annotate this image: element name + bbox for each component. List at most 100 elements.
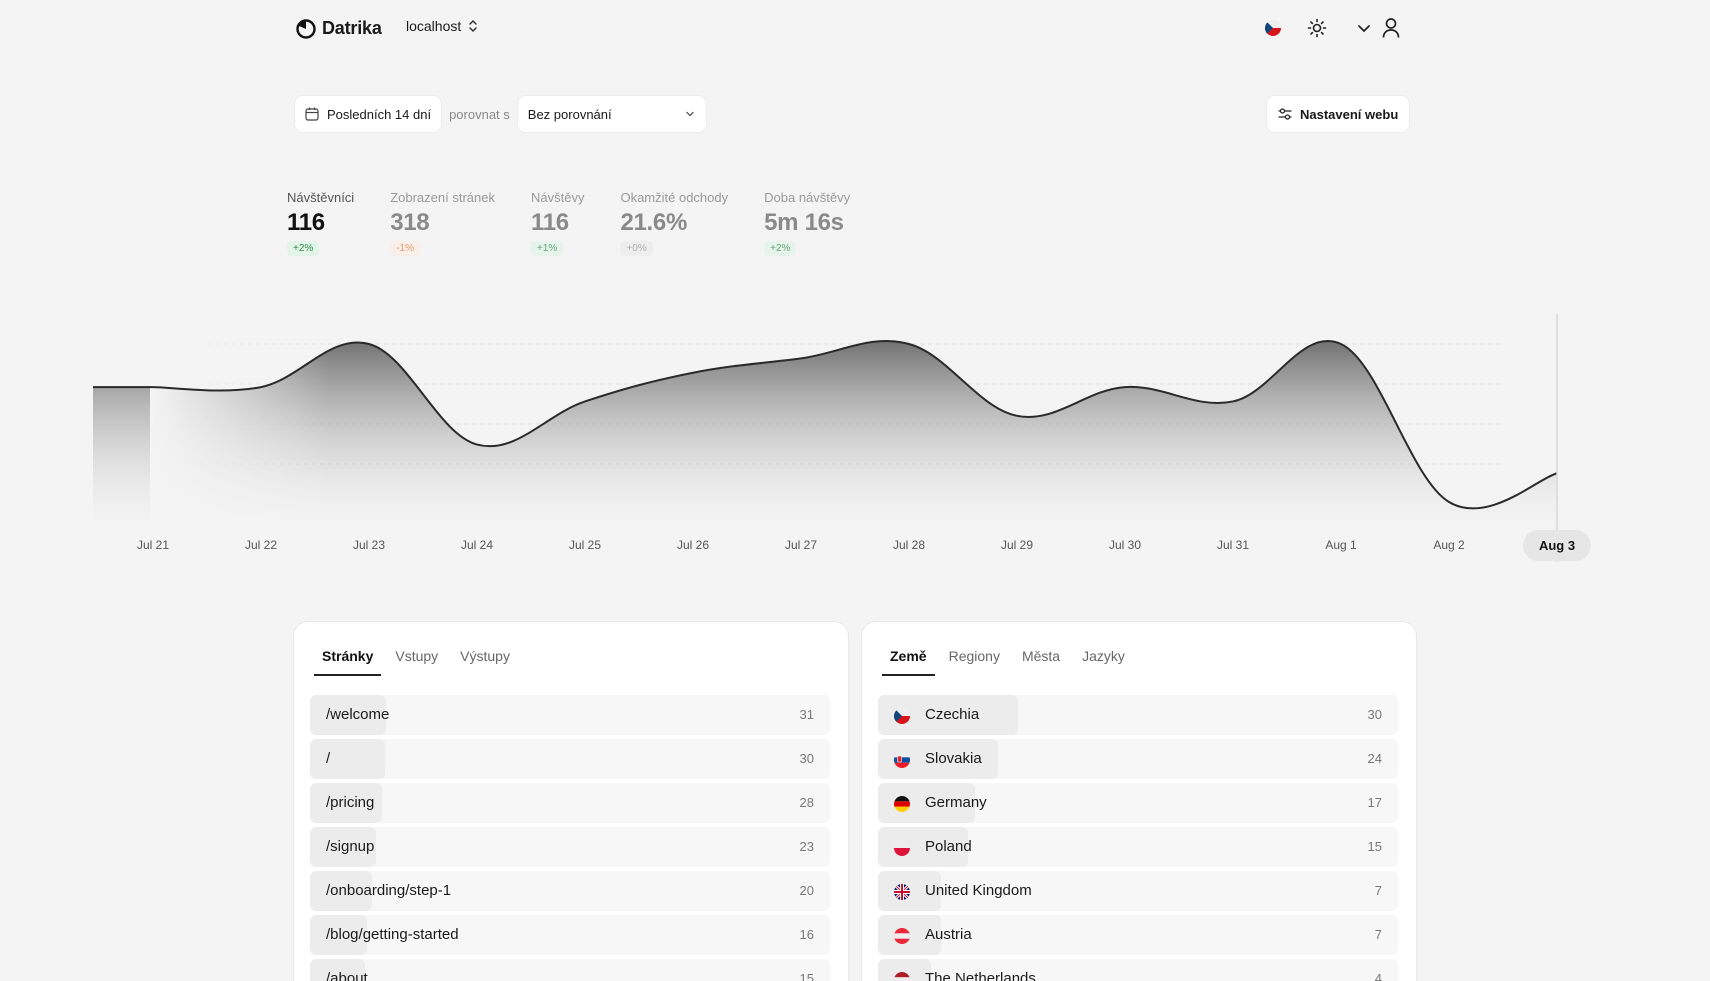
country-row[interactable]: Austria 7 bbox=[878, 915, 1398, 955]
netherlands-flag-icon bbox=[894, 972, 910, 981]
sun-icon bbox=[1307, 18, 1327, 38]
user-menu-button[interactable] bbox=[1349, 14, 1409, 42]
austria-flag-icon bbox=[894, 928, 910, 944]
user-icon bbox=[1382, 18, 1400, 38]
stat-value: 5m 16s bbox=[764, 209, 844, 236]
row-label: /signup bbox=[326, 838, 375, 855]
page-row[interactable]: /blog/getting-started 16 bbox=[310, 915, 830, 955]
stat-change-badge: +1% bbox=[530, 241, 564, 256]
x-tick-label: Aug 2 bbox=[1433, 538, 1465, 552]
row-label: Slovakia bbox=[925, 750, 982, 767]
stat-label: Okamžité odchody bbox=[620, 190, 729, 205]
locations-tabs: Země Regiony Města Jazyky bbox=[882, 648, 1133, 676]
page-row[interactable]: /welcome 31 bbox=[310, 695, 830, 735]
row-count: 4 bbox=[1374, 971, 1382, 981]
stat-value: 318 bbox=[390, 209, 430, 236]
united-kingdom-flag-icon bbox=[894, 884, 910, 900]
date-range-button[interactable]: Posledních 14 dní bbox=[295, 96, 442, 132]
tab-languages[interactable]: Jazyky bbox=[1074, 648, 1133, 676]
tab-countries[interactable]: Země bbox=[882, 648, 935, 676]
app-logo[interactable]: Datrika bbox=[294, 16, 382, 40]
page-row[interactable]: /signup 23 bbox=[310, 827, 830, 867]
chevron-down-icon bbox=[1358, 25, 1370, 33]
stat-label: Návštěvy bbox=[530, 190, 585, 205]
compare-label: porovnat s bbox=[449, 106, 510, 122]
locations-panel: Země Regiony Města Jazyky Czechia 30 Slova… bbox=[862, 622, 1416, 981]
x-tick-label: Jul 24 bbox=[460, 538, 494, 552]
site-settings-button[interactable]: Nastavení webu bbox=[1267, 96, 1410, 132]
pages-tabs: Stránky Vstupy Výstupy bbox=[314, 648, 518, 676]
country-row[interactable]: United Kingdom 7 bbox=[878, 871, 1398, 911]
country-row[interactable]: Poland 15 bbox=[878, 827, 1398, 867]
stat-visitors[interactable]: Návštěvníci 116 +2% bbox=[287, 190, 354, 256]
page-row[interactable]: / 30 bbox=[310, 739, 830, 779]
x-tick-label: Jul 26 bbox=[676, 538, 710, 552]
stat-visit-duration[interactable]: Doba návštěvy 5m 16s +2% bbox=[764, 190, 850, 256]
country-row[interactable]: Germany 17 bbox=[878, 783, 1398, 823]
stat-label: Doba návštěvy bbox=[764, 190, 851, 205]
row-count: 16 bbox=[799, 927, 814, 942]
tab-entries[interactable]: Vstupy bbox=[387, 648, 446, 676]
compare-value: Bez porovnání bbox=[527, 106, 612, 122]
compare-select[interactable]: Bez porovnání bbox=[517, 96, 706, 132]
tab-cities[interactable]: Města bbox=[1014, 648, 1068, 676]
language-button[interactable] bbox=[1259, 14, 1287, 42]
chevron-down-icon bbox=[686, 111, 694, 117]
stat-change-badge: -1% bbox=[390, 241, 420, 256]
row-count: 31 bbox=[799, 707, 814, 722]
row-count: 15 bbox=[799, 971, 814, 981]
x-tick-label: Jul 25 bbox=[568, 538, 602, 552]
stat-value: 116 bbox=[287, 209, 325, 236]
row-label: /pricing bbox=[326, 794, 375, 811]
country-row[interactable]: The Netherlands 4 bbox=[878, 959, 1398, 981]
tab-pages[interactable]: Stránky bbox=[314, 648, 382, 676]
stat-label: Návštěvníci bbox=[287, 190, 355, 205]
country-row[interactable]: Slovakia 24 bbox=[878, 739, 1398, 779]
row-label: United Kingdom bbox=[925, 882, 1032, 899]
row-bar bbox=[310, 739, 385, 779]
page-row[interactable]: /onboarding/step-1 20 bbox=[310, 871, 830, 911]
chevron-up-down-icon bbox=[469, 19, 478, 33]
x-tick-label: Jul 29 bbox=[1000, 538, 1034, 552]
sliders-icon bbox=[1278, 108, 1292, 120]
x-tick-label: Jul 31 bbox=[1216, 538, 1250, 552]
stat-visits[interactable]: Návštěvy 116 +1% bbox=[530, 190, 585, 256]
row-count: 7 bbox=[1374, 927, 1382, 942]
page-row[interactable]: /about 15 bbox=[310, 959, 830, 981]
pages-panel: Stránky Vstupy Výstupy /welcome 31 / 30/pri… bbox=[294, 622, 848, 981]
page-row[interactable]: /pricing 28 bbox=[310, 783, 830, 823]
tab-regions[interactable]: Regiony bbox=[941, 648, 1008, 676]
stat-bounce-rate[interactable]: Okamžité odchody 21.6% +0% bbox=[620, 190, 728, 256]
tab-exits[interactable]: Výstupy bbox=[452, 648, 518, 676]
row-count: 24 bbox=[1367, 751, 1382, 766]
row-label: /onboarding/step-1 bbox=[326, 882, 452, 899]
x-tick-label: Jul 30 bbox=[1108, 538, 1142, 552]
stat-pageviews[interactable]: Zobrazení stránek 318 -1% bbox=[390, 190, 495, 256]
germany-flag-icon bbox=[894, 796, 910, 812]
row-count: 23 bbox=[799, 839, 814, 854]
app-name: Datrika bbox=[322, 17, 382, 38]
country-row[interactable]: Czechia 30 bbox=[878, 695, 1398, 735]
czechia-flag-icon bbox=[894, 708, 910, 724]
chart-svg bbox=[93, 300, 1558, 570]
settings-label: Nastavení webu bbox=[1300, 106, 1399, 122]
stat-change-badge: +2% bbox=[287, 241, 320, 256]
stat-change-badge: +0% bbox=[620, 241, 653, 256]
x-tick-label: Jul 21 bbox=[136, 538, 170, 552]
calendar-icon bbox=[305, 107, 319, 121]
row-count: 30 bbox=[799, 751, 814, 766]
row-label: /about bbox=[326, 970, 368, 981]
countries-list: Czechia 30 Slovakia 24 Germany 17 Poland 15 Unit… bbox=[878, 695, 1398, 981]
row-count: 20 bbox=[799, 883, 814, 898]
row-label: The Netherlands bbox=[925, 970, 1036, 981]
row-count: 15 bbox=[1367, 839, 1382, 854]
stat-label: Zobrazení stránek bbox=[390, 190, 495, 205]
site-selector[interactable]: localhost bbox=[406, 18, 479, 34]
row-count: 17 bbox=[1367, 795, 1382, 810]
row-label: /blog/getting-started bbox=[326, 926, 459, 943]
theme-toggle[interactable] bbox=[1303, 14, 1331, 42]
x-tick-label[interactable]: Aug 3 bbox=[1522, 530, 1592, 561]
row-label: / bbox=[326, 750, 331, 767]
visitors-chart[interactable] bbox=[0, 300, 1710, 570]
top-bar: Datrika localhost bbox=[0, 0, 1710, 58]
